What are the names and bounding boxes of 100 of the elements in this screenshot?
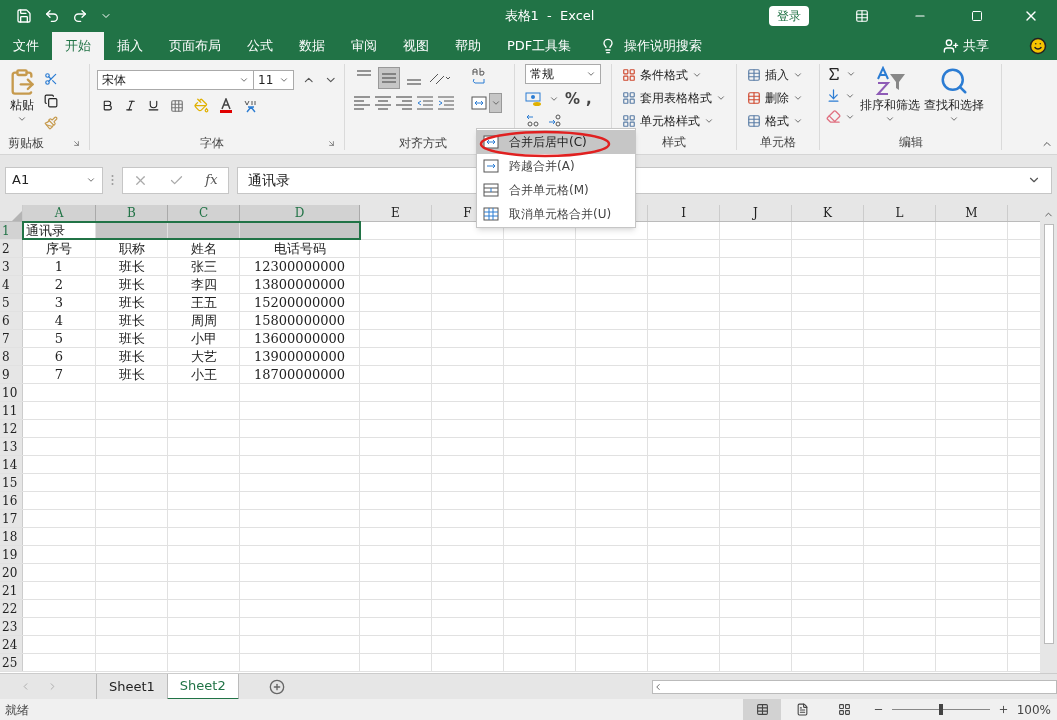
row-header[interactable]: 25 [0,654,23,671]
ribbon-tab[interactable]: 帮助 [442,32,494,60]
ribbon-tab[interactable]: 数据 [286,32,338,60]
row-header[interactable]: 2 [0,240,23,257]
decrease-decimal-icon[interactable] [547,112,563,127]
styles-menu-button[interactable]: 单元格样式 [622,112,726,130]
name-box[interactable]: A1 [5,166,103,194]
ribbon-tab[interactable]: 开始 [52,32,104,60]
row-header[interactable]: 9 [0,366,23,383]
number-format-dropdown[interactable]: 常规 [525,64,601,84]
ribbon-tab[interactable]: 页面布局 [156,32,234,60]
vertical-align-button[interactable] [378,67,400,89]
ribbon-tab[interactable]: PDF工具集 [494,32,585,60]
column-header[interactable]: E [360,205,432,221]
underline-icon[interactable] [147,99,160,112]
column-header[interactable]: M [936,205,1008,221]
cells-menu-button[interactable]: 格式 [747,112,809,130]
page-break-preview-icon[interactable] [837,703,851,716]
row-header[interactable]: 21 [0,582,23,599]
styles-menu-button[interactable]: 套用表格格式 [622,89,726,107]
phonetic-guide-icon[interactable] [243,98,259,113]
save-icon[interactable] [16,8,32,24]
horizontal-scrollbar[interactable] [652,679,1057,694]
fill-down-icon[interactable] [826,88,841,103]
share-link[interactable]: 共享 [963,36,989,56]
font-name-dropdown[interactable]: 宋体 [97,70,254,90]
row-header[interactable]: 14 [0,456,23,473]
format-painter-icon[interactable] [44,116,58,130]
undo-icon[interactable] [44,8,60,24]
row-header[interactable]: 22 [0,600,23,617]
decrease-indent-icon[interactable] [416,95,434,111]
dialog-launcher-icon[interactable] [72,138,81,148]
currency-icon[interactable] [525,91,543,108]
row-header[interactable]: 13 [0,438,23,455]
zoom-in-icon[interactable] [998,704,1009,715]
copy-icon[interactable] [44,94,58,108]
ribbon-tab[interactable]: 视图 [390,32,442,60]
row-header[interactable]: 1 [0,222,23,239]
percent-button[interactable]: % [565,88,581,111]
find-select-button[interactable]: 查找和选择 [924,66,984,136]
zoom-slider-thumb[interactable] [939,704,943,715]
column-header[interactable]: B [96,205,168,221]
page-layout-icon[interactable] [795,703,809,716]
row-header[interactable]: 19 [0,546,23,563]
row-header[interactable]: 20 [0,564,23,581]
eraser-icon[interactable] [826,109,841,124]
increase-decimal-icon[interactable] [525,112,541,127]
bold-icon[interactable] [101,99,114,112]
wrap-text-icon[interactable] [471,67,487,85]
row-header[interactable]: 7 [0,330,23,347]
insert-function-button[interactable]: fx [205,170,218,190]
row-header[interactable]: 16 [0,492,23,509]
ribbon-tab[interactable]: 审阅 [338,32,390,60]
login-button[interactable]: 登录 [769,6,809,26]
sort-filter-button[interactable]: 排序和筛选 [860,66,920,136]
paste-button[interactable]: 粘贴 [10,96,34,114]
styles-menu-button[interactable]: 条件格式 [622,66,726,84]
column-header[interactable]: K [792,205,864,221]
comma-button[interactable]: , [586,88,592,111]
row-header[interactable]: 8 [0,348,23,365]
ribbon-tab[interactable]: 插入 [104,32,156,60]
increase-indent-icon[interactable] [437,95,455,111]
row-header[interactable]: 4 [0,276,23,293]
font-size-dropdown[interactable]: 11 [254,70,294,90]
row-header[interactable]: 12 [0,420,23,437]
italic-icon[interactable] [124,99,137,112]
row-header[interactable]: 10 [0,384,23,401]
column-header[interactable]: C [168,205,240,221]
cells-menu-button[interactable]: 插入 [747,66,809,84]
autosum-icon[interactable] [826,66,842,82]
sheet-tab[interactable]: Sheet2 [166,673,239,700]
row-header[interactable]: 23 [0,618,23,635]
redo-icon[interactable] [72,8,88,24]
row-header[interactable]: 24 [0,636,23,653]
column-header[interactable]: J [720,205,792,221]
zoom-level[interactable]: 100% [1009,700,1057,719]
add-sheet-icon[interactable] [268,678,285,695]
ribbon-display-icon[interactable] [855,9,869,23]
row-header[interactable]: 11 [0,402,23,419]
row-header[interactable]: 6 [0,312,23,329]
row-header[interactable]: 18 [0,528,23,545]
fill-color-icon[interactable] [194,98,209,113]
borders-icon[interactable] [170,98,184,113]
row-header[interactable]: 15 [0,474,23,491]
tell-me-search[interactable]: 操作说明搜索 [624,36,703,56]
cut-icon[interactable] [44,72,58,86]
column-header[interactable]: I [648,205,720,221]
normal-view-icon[interactable] [755,703,769,716]
row-header[interactable]: 3 [0,258,23,275]
cells-menu-button[interactable]: 删除 [747,89,809,107]
column-header[interactable]: D [240,205,360,221]
ribbon-tab[interactable]: 公式 [234,32,286,60]
column-header[interactable]: A [23,205,96,221]
font-color-icon[interactable] [219,98,233,113]
ribbon-tab[interactable]: 文件 [0,32,52,60]
smiley-icon[interactable] [1029,37,1047,55]
row-header[interactable]: 5 [0,294,23,311]
row-header[interactable]: 17 [0,510,23,527]
dialog-launcher-icon[interactable] [327,138,336,148]
column-header[interactable]: L [864,205,936,221]
